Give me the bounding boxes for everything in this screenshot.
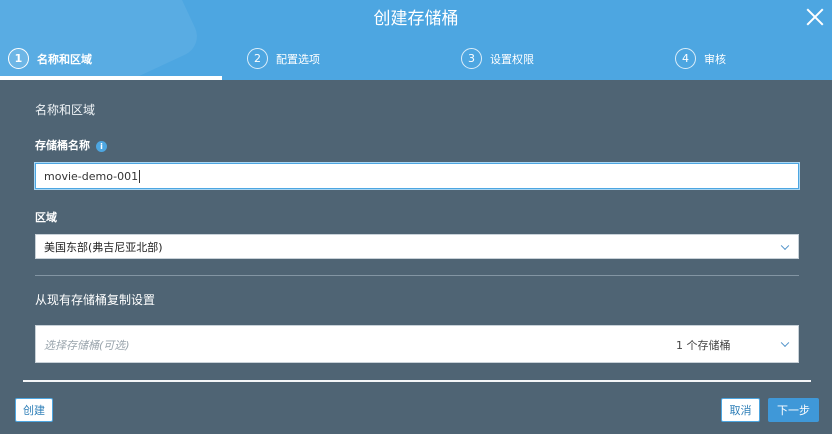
step-3-set-permissions[interactable]: 3 设置权限 [461, 48, 534, 69]
section-divider [35, 275, 799, 276]
copy-bucket-select[interactable]: 选择存储桶(可选) 1 个存储桶 [35, 325, 799, 363]
dialog-header: 创建存储桶 1 名称和区域 2 配置选项 3 设置权限 4 审核 [0, 0, 832, 80]
step-number: 4 [675, 48, 696, 69]
cancel-button[interactable]: 取消 [721, 398, 760, 422]
step-4-review[interactable]: 4 审核 [675, 48, 726, 69]
bucket-name-value: movie-demo-001 [44, 169, 139, 183]
step-2-configure-options[interactable]: 2 配置选项 [247, 48, 320, 69]
step-number: 3 [461, 48, 482, 69]
step-label: 名称和区域 [37, 52, 92, 66]
chevron-down-icon [780, 241, 790, 250]
chevron-down-icon [780, 338, 790, 348]
step-number: 2 [247, 48, 268, 69]
info-icon[interactable]: i [96, 140, 107, 152]
step-label: 审核 [704, 52, 726, 66]
step-label: 配置选项 [276, 52, 320, 66]
close-icon[interactable] [804, 6, 826, 28]
create-button[interactable]: 创建 [15, 398, 53, 422]
step-progress-bar [0, 76, 222, 80]
copy-settings-title: 从现有存储桶复制设置 [35, 293, 156, 307]
bucket-count: 1 个存储桶 [676, 339, 731, 352]
region-value: 美国东部(弗吉尼亚北部) [44, 240, 163, 254]
region-select[interactable]: 美国东部(弗吉尼亚北部) [35, 234, 799, 259]
copy-bucket-placeholder: 选择存储桶(可选) [44, 339, 130, 352]
dialog-title: 创建存储桶 [373, 9, 459, 29]
text-caret [139, 169, 141, 183]
bucket-name-input[interactable]: movie-demo-001 [35, 163, 799, 189]
step-1-name-region[interactable]: 1 名称和区域 [8, 48, 92, 69]
step-number: 1 [8, 48, 29, 69]
region-label: 区域 [35, 211, 57, 224]
step-label: 设置权限 [490, 52, 534, 66]
next-button[interactable]: 下一步 [768, 398, 819, 422]
bucket-name-label: 存储桶名称 i [35, 137, 107, 153]
section-title: 名称和区域 [35, 103, 96, 117]
bucket-name-label-text: 存储桶名称 [35, 139, 90, 152]
footer-divider [23, 380, 811, 382]
